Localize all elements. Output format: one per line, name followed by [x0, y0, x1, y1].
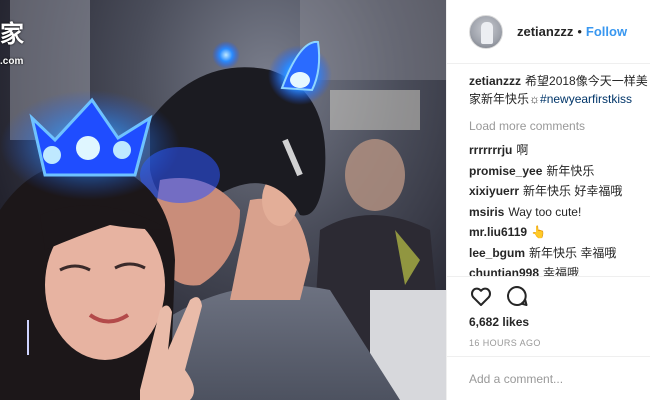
caption-username[interactable]: zetianzzz	[469, 74, 521, 88]
add-comment-input[interactable]	[469, 367, 639, 391]
comment-text: 新年快乐 好幸福哦	[523, 184, 623, 198]
comment-username[interactable]: xixiyuerr	[469, 184, 519, 198]
comment-username[interactable]: msiris	[469, 205, 504, 219]
list-item: mr.liu6119 👆	[469, 222, 650, 243]
list-item: promise_yee 新年快乐	[469, 161, 650, 182]
comments-list[interactable]: zetianzzz 希望2018像今天一样美 家新年快乐☼#newyearfirs…	[469, 72, 650, 276]
follow-button[interactable]: Follow	[586, 24, 627, 39]
comment-username[interactable]: lee_bgum	[469, 246, 525, 260]
comment-text: 啊	[516, 143, 529, 157]
comment-text: Way too cute!	[508, 204, 582, 219]
caption-text-1: 希望2018像今天一样美	[525, 74, 648, 88]
comment-text: 幸福哦	[543, 266, 580, 276]
list-item: chuntian998 幸福哦	[469, 263, 650, 276]
caption-text-2: 家新年快乐	[469, 92, 530, 106]
post-header: zetianzzz • Follow	[447, 0, 650, 64]
divider	[447, 356, 650, 357]
post-side-panel: zetianzzz • Follow zetianzzz 希望2018像今天一样美…	[446, 0, 650, 400]
sparkle-icon: ☼	[529, 92, 541, 106]
post-timestamp: 16 HOURS AGO	[469, 338, 541, 348]
comment-icon[interactable]	[505, 284, 529, 308]
comment-text: 👆	[531, 225, 546, 239]
comment-username[interactable]: chuntian998	[469, 266, 539, 276]
heart-icon[interactable]	[469, 284, 493, 308]
load-more-comments-button[interactable]: Load more comments	[469, 117, 650, 135]
post-photo[interactable]: 家 .com	[0, 0, 446, 400]
list-item: msiris Way too cute!	[469, 202, 650, 223]
likes-count[interactable]: 6,682 likes	[469, 315, 529, 329]
header-separator: •	[577, 24, 582, 39]
list-item: xixiyuerr 新年快乐 好幸福哦	[469, 181, 650, 202]
list-item: rrrrrrrju 啊	[469, 140, 650, 161]
action-bar	[469, 284, 541, 308]
caption-hashtag[interactable]: #newyearfirstkiss	[540, 92, 632, 106]
comment-username[interactable]: promise_yee	[469, 164, 542, 178]
watermark-logo: 家	[0, 19, 25, 48]
avatar[interactable]	[469, 14, 503, 49]
comment-username[interactable]: mr.liu6119	[469, 225, 527, 239]
comment-username[interactable]: rrrrrrrju	[469, 143, 512, 157]
list-item: lee_bgum 新年快乐 幸福哦	[469, 243, 650, 264]
comment-text: 新年快乐 幸福哦	[529, 245, 617, 260]
comment-text: 新年快乐	[546, 163, 595, 178]
watermark-domain: .com	[0, 56, 24, 67]
divider	[447, 276, 650, 277]
header-username[interactable]: zetianzzz	[517, 24, 573, 39]
photo-scene	[0, 0, 446, 400]
caption: zetianzzz 希望2018像今天一样美 家新年快乐☼#newyearfirs…	[469, 72, 650, 108]
caption-line-1: zetianzzz 希望2018像今天一样美	[469, 72, 650, 90]
caption-line-2: 家新年快乐☼#newyearfirstkiss	[469, 90, 650, 108]
